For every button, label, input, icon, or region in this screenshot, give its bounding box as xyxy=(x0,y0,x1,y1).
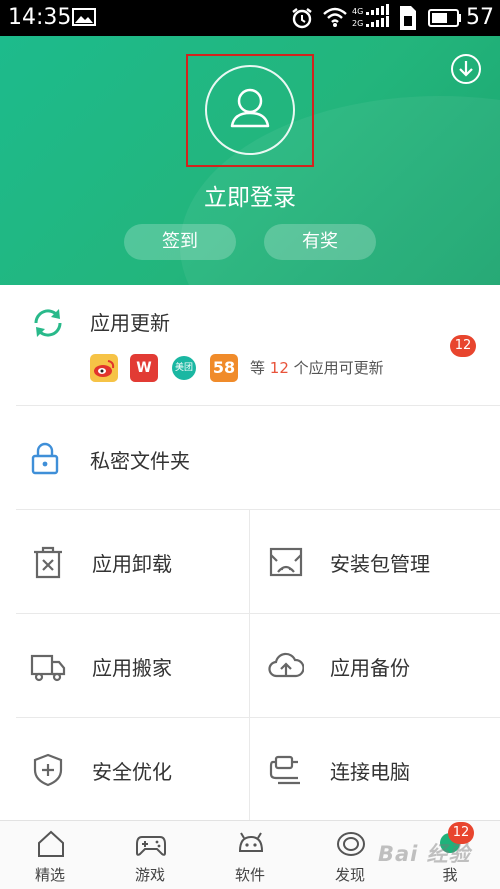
status-time: 14:35 xyxy=(8,5,72,30)
meituan-app-icon: 美团 xyxy=(172,356,196,380)
update-badge: 12 xyxy=(450,335,476,357)
svg-text:4G: 4G xyxy=(352,7,363,16)
update-count: 12 xyxy=(269,359,289,377)
alarm-icon xyxy=(292,8,312,29)
avatar-icon[interactable] xyxy=(204,64,296,156)
connect-pc-label: 连接电脑 xyxy=(330,760,410,784)
reward-button[interactable]: 有奖 xyxy=(264,224,376,260)
cloud-upload-icon xyxy=(268,652,304,678)
cellular-signal-icon: 4G 2G xyxy=(352,4,389,28)
image-notification-icon xyxy=(72,8,96,26)
checkin-button[interactable]: 签到 xyxy=(124,224,236,260)
nav-games-label: 游戏 xyxy=(134,866,165,884)
android-icon xyxy=(238,832,264,852)
home-icon xyxy=(38,830,64,857)
package-icon xyxy=(269,547,303,577)
app-update-title: 应用更新 xyxy=(90,311,170,335)
gamepad-icon xyxy=(136,836,166,856)
svg-text:2G: 2G xyxy=(352,19,363,28)
watermark: Bai 经验 xyxy=(378,842,471,866)
58-app-icon: 58 xyxy=(210,354,238,382)
nav-featured[interactable]: 精选 xyxy=(0,821,100,889)
eye-icon xyxy=(337,832,365,856)
weibo-app-icon xyxy=(90,354,118,382)
refresh-icon xyxy=(34,309,62,337)
nav-software[interactable]: 软件 xyxy=(200,821,300,889)
battery-icon xyxy=(428,9,461,27)
app-update-description: 等 12 个应用可更新 xyxy=(250,357,384,378)
usb-cable-icon xyxy=(269,755,300,785)
app-update-row[interactable]: 应用更新 W 美团 58 等 12 个应用可更新 xyxy=(0,285,500,405)
profile-header: 立即登录 签到 有奖 xyxy=(0,36,500,285)
lock-icon xyxy=(31,442,59,475)
backup-apps-label: 应用备份 xyxy=(330,656,410,680)
nav-featured-label: 精选 xyxy=(34,866,65,884)
download-icon[interactable] xyxy=(450,53,482,85)
package-manager-cell[interactable]: 安装包管理 xyxy=(0,510,500,614)
nav-games[interactable]: 游戏 xyxy=(100,821,200,889)
sim-card-icon xyxy=(400,6,416,30)
private-folder-row[interactable]: 私密文件夹 xyxy=(0,405,500,509)
wifi-icon xyxy=(323,7,347,27)
package-manager-label: 安装包管理 xyxy=(330,552,430,576)
login-link[interactable]: 立即登录 xyxy=(0,178,500,212)
connect-pc-cell[interactable]: 连接电脑 xyxy=(0,718,500,822)
status-bar: 14:35 4G 2G 57 xyxy=(0,0,500,36)
update-desc-suffix: 个应用可更新 xyxy=(293,359,384,377)
backup-apps-cell[interactable]: 应用备份 xyxy=(0,614,500,718)
wps-app-icon: W xyxy=(130,354,158,382)
nav-software-label: 软件 xyxy=(234,866,265,884)
private-folder-title: 私密文件夹 xyxy=(90,449,190,473)
battery-level: 57 xyxy=(466,5,494,30)
update-desc-prefix: 等 xyxy=(250,359,266,377)
